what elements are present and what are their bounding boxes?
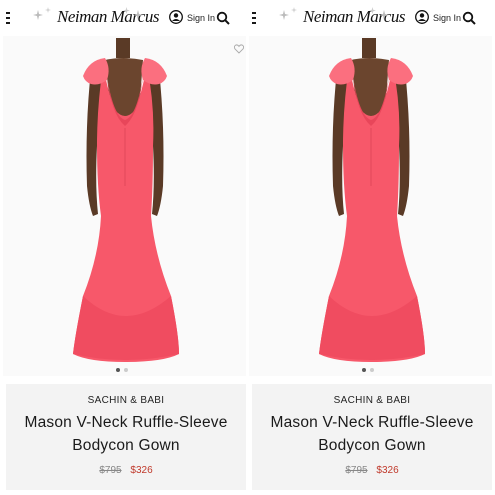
image-carousel-dots[interactable] (360, 367, 380, 373)
sign-in-link[interactable]: Sign In (187, 13, 215, 23)
account-icon[interactable] (169, 10, 183, 24)
product-image[interactable] (249, 36, 492, 376)
sparkle-icon (133, 10, 143, 20)
site-header: Neiman Marcus Sign In (249, 0, 492, 36)
site-logo[interactable]: Neiman Marcus (277, 5, 405, 29)
site-logo[interactable]: Neiman Marcus (31, 5, 159, 29)
menu-icon[interactable] (252, 12, 256, 24)
sparkle-icon (291, 7, 297, 13)
account-icon[interactable] (415, 10, 429, 24)
sparkle-icon (123, 7, 130, 14)
sparkle-icon (279, 10, 289, 20)
original-price: $795 (345, 465, 368, 476)
sparkle-icon (33, 10, 43, 20)
logo-text: Neiman Marcus (303, 7, 405, 26)
search-icon[interactable] (462, 11, 476, 25)
image-carousel-dots[interactable] (114, 367, 134, 373)
product-title: Mason V-Neck Ruffle-Sleeve Bodycon Gown (24, 414, 228, 454)
sparkle-icon (45, 7, 51, 13)
sparkle-icon (379, 10, 389, 20)
product-title: Mason V-Neck Ruffle-Sleeve Bodycon Gown (270, 414, 474, 454)
search-icon[interactable] (216, 11, 230, 25)
product-brand[interactable]: SACHIN & BABI (252, 395, 492, 406)
product-brand[interactable]: SACHIN & BABI (6, 395, 246, 406)
product-info: SACHIN & BABI Mason V-Neck Ruffle-Sleeve… (252, 384, 492, 490)
price-row: $795 $326 (252, 465, 492, 476)
sign-in-link[interactable]: Sign In (433, 13, 461, 23)
original-price: $795 (99, 465, 122, 476)
product-image[interactable] (3, 36, 246, 376)
product-screen-right: Neiman Marcus Sign In SACHIN & BABI Maso… (249, 0, 492, 495)
price-row: $795 $326 (6, 465, 246, 476)
product-info: SACHIN & BABI Mason V-Neck Ruffle-Sleeve… (6, 384, 246, 490)
site-header: Neiman Marcus Sign In (3, 0, 246, 36)
sparkle-icon (369, 7, 376, 14)
product-screen-left: Neiman Marcus Sign In SACHIN & BABI Maso… (3, 0, 246, 495)
gown-illustration (73, 38, 179, 362)
gown-illustration (319, 38, 425, 362)
menu-icon[interactable] (6, 12, 10, 24)
logo-text: Neiman Marcus (57, 7, 159, 26)
sale-price: $326 (130, 465, 153, 476)
heart-icon[interactable] (234, 44, 244, 54)
sale-price: $326 (376, 465, 399, 476)
